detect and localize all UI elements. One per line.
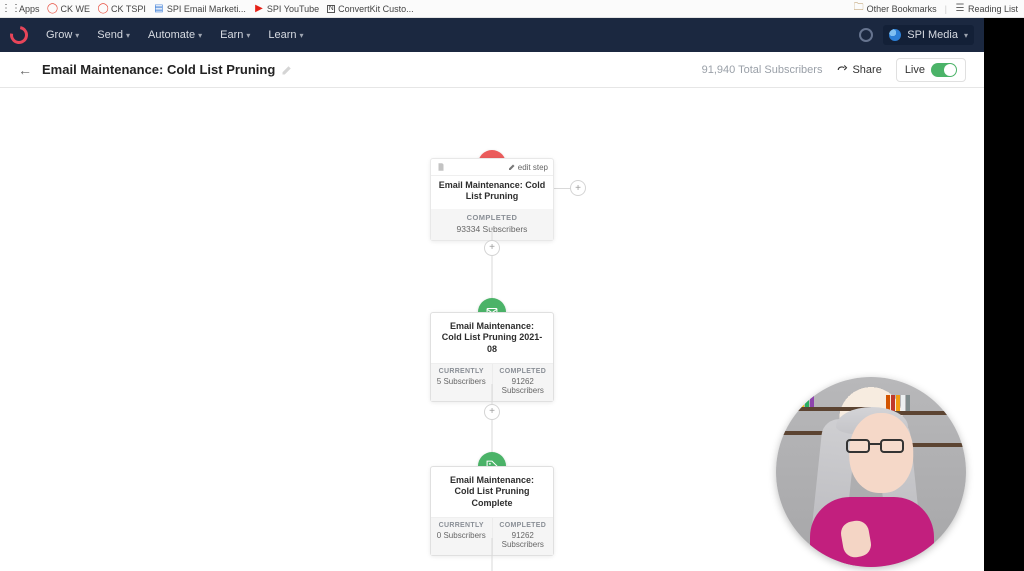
- chevron-down-icon: ▾: [126, 31, 130, 40]
- toggle-switch-icon: [931, 63, 957, 77]
- bookmark-ckcusto[interactable]: NConvertKit Custo...: [327, 4, 414, 14]
- bookmark-readinglist[interactable]: ☰Reading List: [955, 4, 1018, 14]
- nav-label: Automate: [148, 29, 195, 41]
- bookmark-spiemail[interactable]: ▤SPI Email Marketi...: [154, 4, 246, 14]
- document-icon: [436, 162, 446, 172]
- share-button[interactable]: Share: [836, 64, 881, 76]
- add-branch-button[interactable]: +: [570, 180, 586, 196]
- total-subscribers: 91,940 Total Subscribers: [702, 64, 823, 76]
- nav-label: Grow: [46, 29, 72, 41]
- account-name: SPI Media: [907, 29, 958, 41]
- doc-icon: ▤: [154, 4, 164, 14]
- add-step-button[interactable]: +: [484, 240, 500, 256]
- bookmark-spiyoutube[interactable]: ▶SPI YouTube: [254, 4, 319, 14]
- bookmark-label: ConvertKit Custo...: [338, 4, 414, 14]
- currently-label: CURRENTLY: [433, 522, 490, 529]
- bookmark-label: SPI Email Marketi...: [167, 4, 246, 14]
- connector-line: [492, 538, 493, 571]
- nav-earn[interactable]: Earn▾: [220, 29, 250, 41]
- completed-label: COMPLETED: [495, 522, 552, 529]
- ck-icon: ◯: [48, 4, 58, 14]
- bookmark-label: CK WE: [61, 4, 91, 14]
- step-title: Email Maintenance: Cold List Pruning 202…: [431, 313, 553, 364]
- chevron-down-icon: ▾: [300, 31, 304, 40]
- nav-grow[interactable]: Grow▾: [46, 29, 79, 41]
- back-arrow-icon[interactable]: ←: [18, 62, 32, 78]
- share-label: Share: [852, 64, 881, 76]
- chevron-down-icon: ▾: [75, 31, 79, 40]
- currently-label: CURRENTLY: [433, 368, 490, 375]
- presenter-video-bubble: [776, 377, 966, 567]
- bookmark-label: CK TSPI: [111, 4, 146, 14]
- completed-label: COMPLETED: [495, 368, 552, 375]
- page-header-bar: ← Email Maintenance: Cold List Pruning 9…: [0, 52, 984, 88]
- currently-value: 0 Subscribers: [433, 531, 490, 540]
- chevron-down-icon: ▾: [964, 31, 968, 40]
- trigger-title: Email Maintenance: Cold List Pruning: [431, 176, 553, 209]
- ck-icon: ◯: [98, 4, 108, 14]
- browser-bookmarks-bar: ⋮⋮Apps ◯CK WE ◯CK TSPI ▤SPI Email Market…: [0, 0, 1024, 18]
- chevron-down-icon: ▾: [246, 31, 250, 40]
- edit-step-button[interactable]: edit step: [508, 163, 548, 172]
- list-icon: ☰: [955, 4, 965, 14]
- trigger-status-label: COMPLETED: [431, 213, 553, 222]
- app-top-nav: Grow▾ Send▾ Automate▾ Earn▾ Learn▾ SPI M…: [0, 18, 984, 52]
- folder-icon: 🗀: [854, 4, 864, 14]
- bookmark-ckwe[interactable]: ◯CK WE: [48, 4, 91, 14]
- currently-value: 5 Subscribers: [433, 377, 490, 386]
- nav-label: Send: [97, 29, 123, 41]
- nav-send[interactable]: Send▾: [97, 29, 130, 41]
- bookmark-other[interactable]: 🗀Other Bookmarks: [854, 4, 937, 14]
- page-title: Email Maintenance: Cold List Pruning: [42, 62, 293, 77]
- nav-automate[interactable]: Automate▾: [148, 29, 202, 41]
- completed-value: 91262 Subscribers: [495, 531, 552, 549]
- chevron-down-icon: ▾: [198, 31, 202, 40]
- bookmark-apps[interactable]: ⋮⋮Apps: [6, 4, 40, 14]
- page-title-text: Email Maintenance: Cold List Pruning: [42, 62, 275, 77]
- bookmark-label: Reading List: [968, 4, 1018, 14]
- edit-pencil-icon[interactable]: [281, 64, 293, 76]
- grid-icon: ⋮⋮: [6, 4, 16, 14]
- add-step-button[interactable]: +: [484, 404, 500, 420]
- status-circle-icon[interactable]: [859, 28, 873, 42]
- bookmark-cktspi[interactable]: ◯CK TSPI: [98, 4, 146, 14]
- bookmark-label: SPI YouTube: [267, 4, 319, 14]
- edit-step-label: edit step: [518, 163, 548, 172]
- completed-value: 91262 Subscribers: [495, 377, 552, 395]
- account-menu[interactable]: SPI Media ▾: [883, 25, 974, 45]
- live-label: Live: [905, 64, 925, 76]
- window-black-bar: [984, 18, 1024, 571]
- notion-icon: N: [327, 5, 335, 13]
- convertkit-logo-icon[interactable]: [6, 22, 31, 47]
- live-toggle[interactable]: Live: [896, 58, 966, 82]
- bookmark-label: Apps: [19, 4, 40, 14]
- pencil-icon: [508, 163, 516, 171]
- nav-label: Learn: [268, 29, 296, 41]
- step-title: Email Maintenance: Cold List Pruning Com…: [431, 467, 553, 518]
- bookmark-label: Other Bookmarks: [867, 4, 937, 14]
- nav-label: Earn: [220, 29, 243, 41]
- share-icon: [836, 64, 848, 76]
- globe-icon: [889, 29, 901, 41]
- youtube-icon: ▶: [254, 4, 264, 14]
- nav-learn[interactable]: Learn ▾: [268, 29, 303, 41]
- trigger-card[interactable]: edit step Email Maintenance: Cold List P…: [430, 158, 554, 241]
